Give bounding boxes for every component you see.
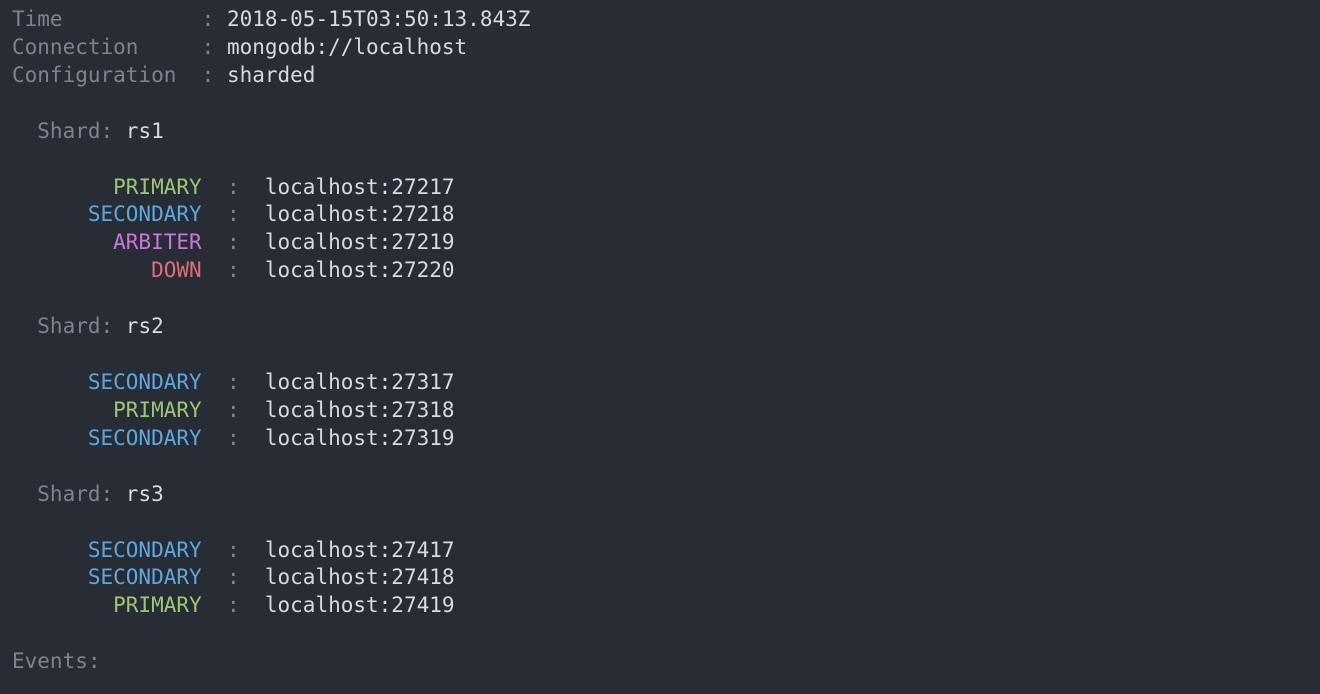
member-role: PRIMARY (12, 398, 202, 422)
blank-line (12, 90, 1308, 118)
member-host: localhost:27419 (265, 593, 455, 617)
connection-value: mongodb://localhost (227, 35, 467, 59)
blank-line (12, 341, 1308, 369)
member-host: localhost:27217 (265, 175, 455, 199)
blank-line (12, 285, 1308, 313)
events-header: Events: (12, 648, 1308, 676)
separator: : (189, 63, 227, 87)
member-role: PRIMARY (12, 175, 202, 199)
shard-member-row: PRIMARY : localhost:27318 (12, 397, 1308, 425)
header-row-time: Time : 2018-05-15T03:50:13.843Z (12, 6, 1308, 34)
separator: : (202, 258, 265, 282)
shard-label: Shard: (12, 119, 126, 143)
member-host: localhost:27219 (265, 230, 455, 254)
separator: : (202, 202, 265, 226)
member-host: localhost:27319 (265, 426, 455, 450)
member-role: SECONDARY (12, 565, 202, 589)
shard-member-row: SECONDARY : localhost:27218 (12, 201, 1308, 229)
member-role: SECONDARY (12, 202, 202, 226)
time-value: 2018-05-15T03:50:13.843Z (227, 7, 530, 31)
shard-member-row: SECONDARY : localhost:27317 (12, 369, 1308, 397)
separator: : (202, 593, 265, 617)
member-host: localhost:27218 (265, 202, 455, 226)
separator: : (202, 175, 265, 199)
member-role: SECONDARY (12, 426, 202, 450)
terminal-output: Time : 2018-05-15T03:50:13.843Z Connecti… (12, 6, 1308, 676)
blank-line (12, 620, 1308, 648)
configuration-value: sharded (227, 63, 316, 87)
configuration-label: Configuration (12, 63, 189, 87)
shard-member-row: PRIMARY : localhost:27217 (12, 174, 1308, 202)
shard-member-row: PRIMARY : localhost:27419 (12, 592, 1308, 620)
member-role: PRIMARY (12, 593, 202, 617)
shard-label: Shard: (12, 314, 126, 338)
separator: : (189, 7, 227, 31)
shard-member-row: SECONDARY : localhost:27418 (12, 564, 1308, 592)
blank-line (12, 146, 1308, 174)
shards-container: Shard: rs1 PRIMARY : localhost:27217 SEC… (12, 118, 1308, 649)
member-host: localhost:27418 (265, 565, 455, 589)
separator: : (202, 426, 265, 450)
header-row-configuration: Configuration : sharded (12, 62, 1308, 90)
events-label: Events: (12, 649, 101, 673)
member-role: SECONDARY (12, 370, 202, 394)
separator: : (202, 230, 265, 254)
member-role: DOWN (12, 258, 202, 282)
shard-label: Shard: (12, 482, 126, 506)
separator: : (202, 538, 265, 562)
shard-name: rs3 (126, 482, 164, 506)
member-host: localhost:27318 (265, 398, 455, 422)
member-host: localhost:27220 (265, 258, 455, 282)
connection-label: Connection (12, 35, 189, 59)
separator: : (202, 398, 265, 422)
shard-member-row: DOWN : localhost:27220 (12, 257, 1308, 285)
time-label: Time (12, 7, 189, 31)
member-host: localhost:27317 (265, 370, 455, 394)
shard-member-row: ARBITER : localhost:27219 (12, 229, 1308, 257)
member-role: SECONDARY (12, 538, 202, 562)
shard-name: rs1 (126, 119, 164, 143)
shard-name: rs2 (126, 314, 164, 338)
shard-header: Shard: rs2 (12, 313, 1308, 341)
shard-member-row: SECONDARY : localhost:27417 (12, 537, 1308, 565)
member-role: ARBITER (12, 230, 202, 254)
shard-member-row: SECONDARY : localhost:27319 (12, 425, 1308, 453)
member-host: localhost:27417 (265, 538, 455, 562)
header-row-connection: Connection : mongodb://localhost (12, 34, 1308, 62)
separator: : (202, 370, 265, 394)
separator: : (189, 35, 227, 59)
blank-line (12, 453, 1308, 481)
separator: : (202, 565, 265, 589)
shard-header: Shard: rs1 (12, 118, 1308, 146)
shard-header: Shard: rs3 (12, 481, 1308, 509)
blank-line (12, 509, 1308, 537)
